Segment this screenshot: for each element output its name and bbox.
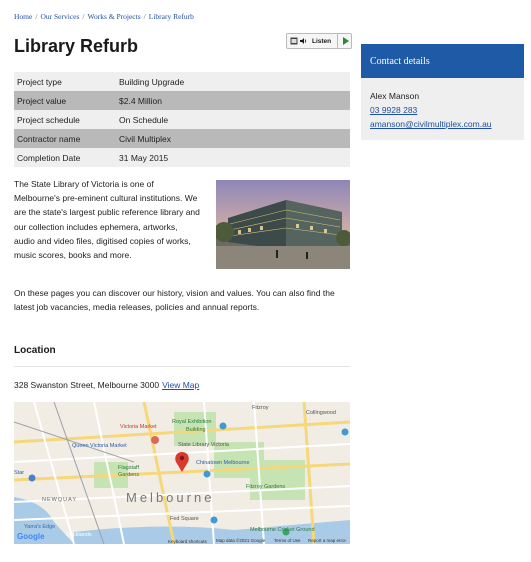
breadcrumb: Home / Our Services / Works & Projects / Libra… <box>14 12 194 21</box>
address: 328 Swanston Street, Melbourne 3000 View … <box>14 380 199 390</box>
map-label-queen-victoria-market: Queen Victoria Market <box>72 443 127 449</box>
project-details-table: Project type Building Upgrade Project val… <box>14 72 350 167</box>
contact-phone-link[interactable]: 03 9928 283 <box>370 103 524 117</box>
map-label-victoria-market: Victoria Market <box>120 424 157 430</box>
map-label-docklands: Docklands <box>66 532 92 538</box>
location-map[interactable]: Fitzroy Collingwood Victoria Market Roya… <box>14 402 350 544</box>
breadcrumb-works-projects[interactable]: Works & Projects <box>87 12 140 21</box>
table-row: Project schedule On Schedule <box>14 110 350 129</box>
listen-button[interactable]: Listen <box>286 33 352 49</box>
map-label-yarra: Yarra's Edge <box>24 524 56 530</box>
speaker-icon <box>290 37 298 45</box>
detail-label: Project schedule <box>17 114 80 125</box>
map-report-link[interactable]: Report a map error <box>308 538 346 543</box>
table-row: Contractor name Civil Multiplex <box>14 129 350 148</box>
library-building-photo <box>216 180 350 269</box>
table-row: Project type Building Upgrade <box>14 72 350 91</box>
map-label-fitzroy-gardens: Fitzroy Gardens <box>246 484 286 490</box>
divider <box>14 366 350 367</box>
page-title: Library Refurb <box>14 36 139 56</box>
detail-value: Civil Multiplex <box>119 133 171 144</box>
detail-value: $2.4 Million <box>119 95 162 106</box>
body-paragraph: On these pages you can discover our hist… <box>14 288 335 313</box>
map-label-chinatown: Chinatown Melbourne <box>196 460 250 466</box>
map-label-fitzroy: Fitzroy <box>252 405 269 411</box>
table-row: Completion Date 31 May 2015 <box>14 148 350 167</box>
map-attribution: Map data ©2021 Google <box>216 538 266 543</box>
address-text: 328 Swanston Street, Melbourne 3000 <box>14 380 160 390</box>
map-label-royal-exhibition: Royal Exhibition <box>172 419 212 425</box>
detail-label: Completion Date <box>17 152 81 163</box>
contact-name: Alex Manson <box>370 91 420 101</box>
google-logo: Google <box>17 532 45 541</box>
listen-label: Listen <box>312 37 332 45</box>
detail-label: Project value <box>17 95 67 106</box>
map-label-gardens: Gardens <box>118 472 140 478</box>
page: Home / Our Services / Works & Projects / Libra… <box>0 0 531 562</box>
location-heading: Location <box>14 345 56 356</box>
table-row: Project value $2.4 Million <box>14 91 350 110</box>
map-label-state-library: State Library Victoria <box>178 442 229 448</box>
map-label-newquay: NEWQUAY <box>42 497 78 503</box>
map-terms-link[interactable]: Terms of Use <box>274 538 301 543</box>
breadcrumb-home[interactable]: Home <box>14 12 32 21</box>
map-label-collingwood: Collingwood <box>306 410 336 416</box>
detail-label: Contractor name <box>17 133 81 144</box>
contact-email-link[interactable]: amanson@civilmultiplex.com.au <box>370 117 524 131</box>
detail-value: 31 May 2015 <box>119 152 169 163</box>
contact-card: Alex Manson 03 9928 283 amanson@civilmul… <box>361 78 524 140</box>
volume-icon <box>300 37 308 45</box>
map-label-melbourne-cricket: Melbourne Cricket Ground <box>250 527 315 533</box>
map-label-fed-square: Fed Square <box>170 516 199 522</box>
play-icon[interactable] <box>343 37 350 45</box>
intro-paragraph: The State Library of Victoria is one of … <box>14 179 200 261</box>
detail-label: Project type <box>17 76 62 87</box>
map-label-star: Star <box>14 470 25 476</box>
map-label-building: Building <box>186 427 206 433</box>
view-map-link[interactable]: View Map <box>162 380 199 390</box>
detail-value: Building Upgrade <box>119 76 185 87</box>
detail-value: On Schedule <box>119 114 169 125</box>
map-label-melbourne: Melbourne <box>126 490 215 505</box>
contact-heading: Contact details <box>361 44 524 78</box>
breadcrumb-current[interactable]: Library Refurb <box>149 12 194 21</box>
breadcrumb-our-services[interactable]: Our Services <box>40 12 79 21</box>
map-label-flagstaff: Flagstaff <box>118 465 139 471</box>
map-keyboard-shortcuts[interactable]: Keyboard shortcuts <box>168 539 207 544</box>
